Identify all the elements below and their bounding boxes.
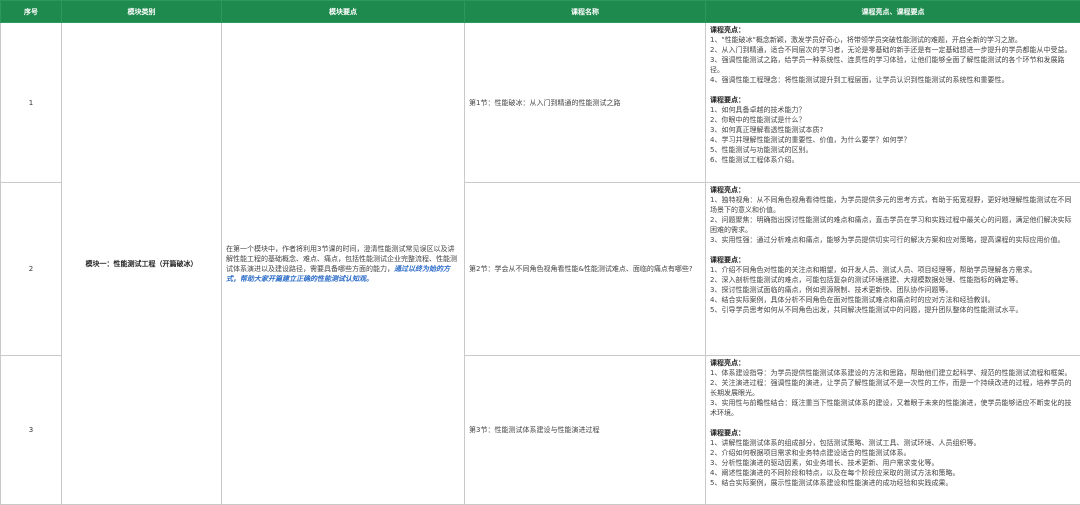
header-seq: 序号	[1, 1, 62, 23]
point-item: 4、结合实际案例，具体分析不同角色在面对性能测试难点和痛点时的应对方法和经验教训…	[710, 295, 1076, 305]
header-row: 序号 模块类别 模块要点 课程名称 课程亮点、课程要点	[1, 1, 1080, 23]
point-item: 4、阐述性能演进的不同阶段和特点，以及在每个阶段应采取的测试方法和策略。	[710, 468, 1076, 478]
point-item: 3、如何真正理解看透性能测试本质?	[710, 125, 1076, 135]
highlight-item: 2、问题聚焦：明确指出探讨性能测试的难点和痛点，直击学员在学习和实践过程中最关心…	[710, 215, 1076, 235]
highlight-item: 3、实用性与前瞻性结合：既注重当下性能测试体系的建设，又着眼于未来的性能演进，使…	[710, 398, 1076, 418]
point-item: 6、性能测试工程体系介绍。	[710, 155, 1076, 165]
point-item: 2、你眼中的性能测试是什么？	[710, 115, 1076, 125]
course-table: 序号 模块类别 模块要点 课程名称 课程亮点、课程要点 1 模块一：性能测试工程…	[0, 0, 1080, 505]
highlight-item: 1、"性能破冰"概念新颖，激发学员好奇心，将带领学员突破性能测试的难题，开启全新…	[710, 35, 1076, 45]
point-item: 5、性能测试与功能测试的区别。	[710, 145, 1076, 155]
point-item: 1、介绍不同角色对性能的关注点和期望，如开发人员、测试人员、项目经理等，帮助学员…	[710, 265, 1076, 275]
header-highlights: 课程亮点、课程要点	[706, 1, 1080, 23]
point-item: 5、结合实际案例，展示性能测试体系建设和性能演进的成功经验和实践成果。	[710, 478, 1076, 488]
course-name: 第2节：学会从不同角色视角看性能&性能测试难点、面临的痛点有哪些?	[465, 183, 706, 356]
course-name: 第1节：性能破冰：从入门到精通的性能测试之路	[465, 23, 706, 183]
header-course-name: 课程名称	[465, 1, 706, 23]
highlight-item: 1、体系建设指导：为学员提供性能测试体系建设的方法和思路，帮助他们建立起科学、规…	[710, 368, 1076, 378]
header-points: 模块要点	[222, 1, 465, 23]
highlights-title: 课程亮点：	[710, 185, 1076, 195]
module-points: 在第一个模块中，作者将利用3节课的时间，澄清性能测试常见误区以及讲解性能工程的基…	[222, 23, 465, 505]
point-item: 2、介绍如何根据项目需求和业务特点建设适合的性能测试体系。	[710, 448, 1076, 458]
course-details: 课程亮点： 1、体系建设指导：为学员提供性能测试体系建设的方法和思路，帮助他们建…	[706, 356, 1080, 505]
details-container: 课程亮点： 1、体系建设指导：为学员提供性能测试体系建设的方法和思路，帮助他们建…	[710, 358, 1076, 502]
points-title: 课程要点：	[710, 428, 1076, 438]
highlights-title: 课程亮点：	[710, 358, 1076, 368]
point-item: 5、引导学员思考如何从不同角色出发，共同解决性能测试中的问题，提升团队整体的性能…	[710, 305, 1076, 315]
course-details: 课程亮点： 1、"性能破冰"概念新颖，激发学员好奇心，将带领学员突破性能测试的难…	[706, 23, 1080, 183]
highlights-title: 课程亮点：	[710, 25, 1076, 35]
details-container: 课程亮点： 1、"性能破冰"概念新颖，激发学员好奇心，将带领学员突破性能测试的难…	[710, 25, 1076, 180]
point-item: 3、分析性能演进的驱动因素，如业务增长、技术更新、用户需求变化等。	[710, 458, 1076, 468]
highlight-item: 3、强调性能测试之路，给学员一种系统性、连贯性的学习体验，让他们能够全面了解性能…	[710, 55, 1076, 75]
row-seq: 1	[1, 23, 62, 183]
highlight-item: 2、关注演进过程：强调性能的演进，让学员了解性能测试不是一次性的工作，而是一个持…	[710, 378, 1076, 398]
row-seq: 3	[1, 356, 62, 505]
highlight-item: 3、实用性强：通过分析难点和痛点，能够为学员提供切实可行的解决方案和应对策略，提…	[710, 235, 1076, 245]
module-category: 模块一：性能测试工程（开篇破冰）	[62, 23, 222, 505]
point-item: 3、探讨性能测试面临的痛点，例如资源限制、技术更新快、团队协作问题等。	[710, 285, 1076, 295]
course-details: 课程亮点： 1、独特视角：从不同角色视角看待性能，为学员提供多元的思考方式，有助…	[706, 183, 1080, 356]
point-item: 1、如何具备卓越的技术能力？	[710, 105, 1076, 115]
table-row: 1 模块一：性能测试工程（开篇破冰） 在第一个模块中，作者将利用3节课的时间，澄…	[1, 23, 1080, 183]
course-name: 第3节：性能测试体系建设与性能演进过程	[465, 356, 706, 505]
details-container: 课程亮点： 1、独特视角：从不同角色视角看待性能，为学员提供多元的思考方式，有助…	[710, 185, 1076, 353]
points-title: 课程要点：	[710, 95, 1076, 105]
row-seq: 2	[1, 183, 62, 356]
point-item: 4、学习并理解性能测试的重要性、价值，为什么要学？如何学？	[710, 135, 1076, 145]
point-item: 1、讲解性能测试体系的组成部分，包括测试策略、测试工具、测试环境、人员组织等。	[710, 438, 1076, 448]
highlight-item: 4、强调性能工程理念：将性能测试提升到工程层面，让学员认识到性能测试的系统性和重…	[710, 75, 1076, 85]
points-title: 课程要点：	[710, 255, 1076, 265]
header-category: 模块类别	[62, 1, 222, 23]
highlight-item: 2、从入门到精通，适合不同层次的学习者，无论是零基础的新手还是有一定基础想进一步…	[710, 45, 1076, 55]
highlight-item: 1、独特视角：从不同角色视角看待性能，为学员提供多元的思考方式，有助于拓宽视野，…	[710, 195, 1076, 215]
point-item: 2、深入剖析性能测试的难点，可能包括复杂的测试环境搭建、大规模数据处理、性能指标…	[710, 275, 1076, 285]
